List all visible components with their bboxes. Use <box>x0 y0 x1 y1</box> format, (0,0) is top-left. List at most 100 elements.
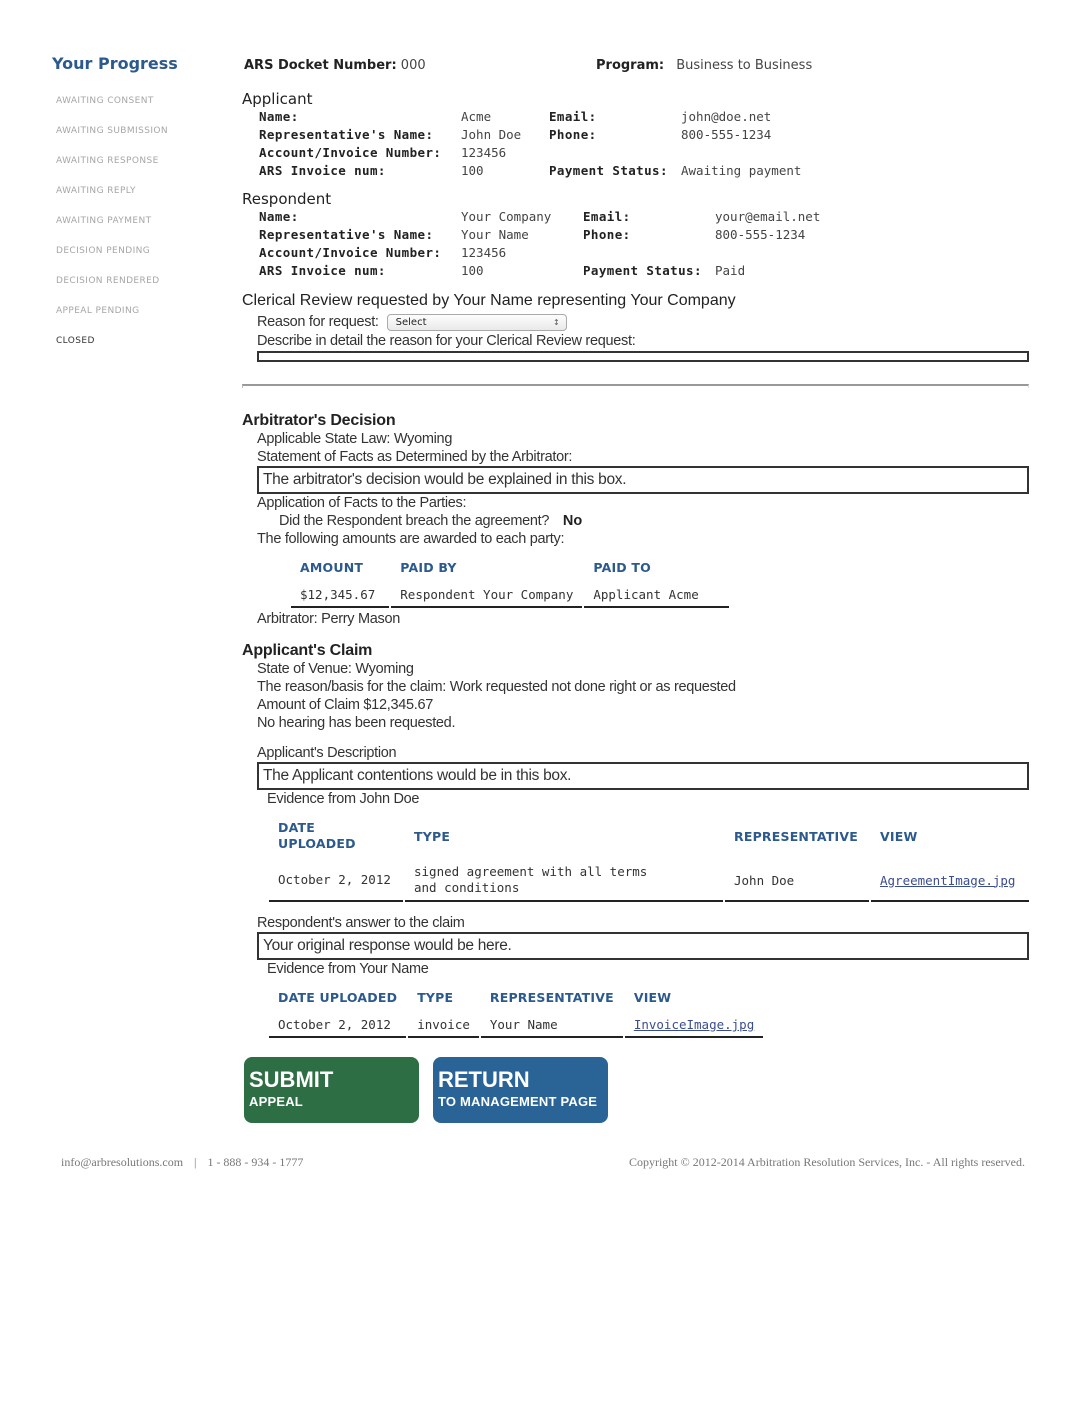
awards-table: AMOUNT PAID BY PAID TO $12,345.67 Respon… <box>289 552 731 608</box>
respondent-payment-status: Paid <box>715 263 746 278</box>
applicant-rep: John Doe <box>461 127 522 142</box>
applicant-account: 123456 <box>461 145 507 160</box>
respondent-email: your@email.net <box>715 209 821 224</box>
respondent-evidence-label: Evidence from Your Name <box>267 961 429 977</box>
applicant-email-label: Email: <box>549 109 597 124</box>
claim-amount-value: $12,345.67 <box>363 697 433 713</box>
awards-header-paid-by: PAID BY <box>400 560 457 575</box>
evidence-header-representative: REPRESENTATIVE <box>734 828 858 844</box>
award-paid-by: Respondent Your Company <box>391 581 583 608</box>
progress-step-decision-pending: DECISION PENDING <box>56 246 151 256</box>
evidence-representative: John Doe <box>725 858 869 902</box>
progress-step-awaiting-consent: AWAITING CONSENT <box>56 96 154 106</box>
awards-header-paid-to: PAID TO <box>593 560 651 575</box>
evidence-representative: Your Name <box>480 1011 623 1038</box>
applicant-claim-title: Applicant's Claim <box>242 642 373 659</box>
clerical-review-title: Clerical Review requested by Your Name r… <box>242 292 736 309</box>
applicant-evidence-label: Evidence from John Doe <box>267 791 420 807</box>
evidence-header-type: TYPE <box>417 990 454 1005</box>
breach-row: Did the Respondent breach the agreement?… <box>279 512 1032 530</box>
respondent-name-label: Name: <box>259 209 299 224</box>
applicant-title: Applicant <box>242 90 313 108</box>
table-row: $12,345.67 Respondent Your Company Appli… <box>291 581 729 608</box>
progress-step-awaiting-reply: AWAITING REPLY <box>56 186 136 196</box>
facts-label: Statement of Facts as Determined by the … <box>257 449 573 465</box>
respondent-name: Your Company <box>461 209 552 224</box>
respondent-invoice-label: ARS Invoice num: <box>259 263 386 278</box>
applicant-rep-label: Representative's Name: <box>259 127 434 142</box>
breach-answer: No <box>562 513 583 529</box>
evidence-header-type: TYPE <box>414 828 451 844</box>
claim-amount-row: Amount of Claim $12,345.67 <box>257 696 1032 714</box>
clerical-description-input[interactable] <box>257 351 1029 362</box>
breach-question: Did the Respondent breach the agreement? <box>279 513 550 529</box>
reason-select[interactable]: Select ↕ <box>386 313 567 331</box>
respondent-account-label: Account/Invoice Number: <box>259 245 442 260</box>
basis-value: Work requested not done right or as requ… <box>449 679 736 695</box>
footer-separator: | <box>194 1155 197 1169</box>
evidence-header-view: VIEW <box>633 990 672 1005</box>
progress-step-closed: CLOSED <box>56 336 95 346</box>
submit-button-title: SUBMIT <box>249 1067 334 1092</box>
return-management-button[interactable]: RETURN TO MANAGEMENT PAGE <box>433 1057 608 1123</box>
respondent-email-label: Email: <box>583 209 631 224</box>
applicant-account-label: Account/Invoice Number: <box>259 145 442 160</box>
arbitrator-decision-title: Arbitrator's Decision <box>242 412 396 429</box>
program-value: Business to Business <box>676 58 813 73</box>
evidence-header-date: DATE UPLOADED <box>278 990 398 1005</box>
reason-label: Reason for request: <box>257 314 379 330</box>
applicant-description-label: Applicant's Description <box>257 745 397 761</box>
respondent-rep-label: Representative's Name: <box>259 227 434 242</box>
evidence-view-link[interactable]: InvoiceImage.jpg <box>634 1017 754 1032</box>
applicable-state-law: Applicable State Law: Wyoming <box>257 431 453 447</box>
applicant-name: Acme <box>461 109 492 124</box>
submit-appeal-button[interactable]: SUBMIT APPEAL <box>244 1057 419 1123</box>
respondent-title: Respondent <box>242 190 332 208</box>
return-button-title: RETURN <box>438 1067 530 1092</box>
respondent-invoice: 100 <box>461 263 484 278</box>
applicant-invoice: 100 <box>461 163 484 178</box>
facts-textbox: The arbitrator's decision would be expla… <box>257 466 1029 494</box>
footer-phone: 1 - 888 - 934 - 1777 <box>207 1155 304 1169</box>
applicant-evidence-table: DATE UPLOADED TYPE REPRESENTATIVE VIEW O… <box>267 812 1031 902</box>
evidence-type: invoice <box>408 1011 479 1038</box>
progress-step-decision-rendered: DECISION RENDERED <box>56 276 160 286</box>
reason-select-value: Select <box>395 316 427 328</box>
footer-email[interactable]: info@arbresolutions.com <box>61 1155 183 1169</box>
action-buttons: SUBMIT APPEAL RETURN TO MANAGEMENT PAGE <box>244 1057 608 1123</box>
progress-step-awaiting-payment: AWAITING PAYMENT <box>56 216 152 226</box>
applicant-email: john@doe.net <box>681 109 772 124</box>
return-button-subtitle: TO MANAGEMENT PAGE <box>438 1094 598 1109</box>
progress-title: Your Progress <box>52 54 178 73</box>
evidence-header-date: DATE UPLOADED <box>278 820 356 851</box>
basis-row: The reason/basis for the claim: Work req… <box>257 678 1032 696</box>
respondent-answer-label: Respondent's answer to the claim <box>257 915 465 931</box>
table-row: October 2, 2012 signed agreement with al… <box>269 858 1029 902</box>
venue-row: State of Venue: Wyoming <box>257 660 1032 678</box>
evidence-type: signed agreement with all terms and cond… <box>405 858 723 902</box>
progress-steps: AWAITING CONSENT AWAITING SUBMISSION AWA… <box>56 95 222 365</box>
respondent-phone-label: Phone: <box>583 227 631 242</box>
venue-value: Wyoming <box>355 661 414 677</box>
evidence-view-link[interactable]: AgreementImage.jpg <box>880 873 1015 888</box>
evidence-date: October 2, 2012 <box>269 1011 407 1038</box>
progress-step-awaiting-submission: AWAITING SUBMISSION <box>56 126 168 136</box>
respondent-account: 123456 <box>461 245 507 260</box>
respondent-phone: 800-555-1234 <box>715 227 806 242</box>
arbitrator-name: Arbitrator: Perry Mason <box>257 611 400 627</box>
progress-step-awaiting-response: AWAITING RESPONSE <box>56 156 159 166</box>
award-paid-to: Applicant Acme <box>584 581 729 608</box>
docket-label: ARS Docket Number: <box>244 58 397 73</box>
describe-label: Describe in detail the reason for your C… <box>257 333 636 349</box>
applicant-invoice-label: ARS Invoice num: <box>259 163 386 178</box>
progress-step-appeal-pending: APPEAL PENDING <box>56 306 140 316</box>
docket-header: ARS Docket Number: 000 Program: Business… <box>242 56 1032 80</box>
respondent-answer-box: Your original response would be here. <box>257 932 1029 960</box>
respondent-payment-label: Payment Status: <box>583 263 702 278</box>
footer-copyright: Copyright © 2012-2014 Arbitration Resolu… <box>628 1155 1025 1169</box>
venue-label: State of Venue: <box>257 661 352 677</box>
respondent-evidence-table: DATE UPLOADED TYPE REPRESENTATIVE VIEW O… <box>267 982 765 1038</box>
main-content: ARS Docket Number: 000 Program: Business… <box>242 56 1032 1038</box>
applicant-payment-label: Payment Status: <box>549 163 668 178</box>
applicant-phone-label: Phone: <box>549 127 597 142</box>
